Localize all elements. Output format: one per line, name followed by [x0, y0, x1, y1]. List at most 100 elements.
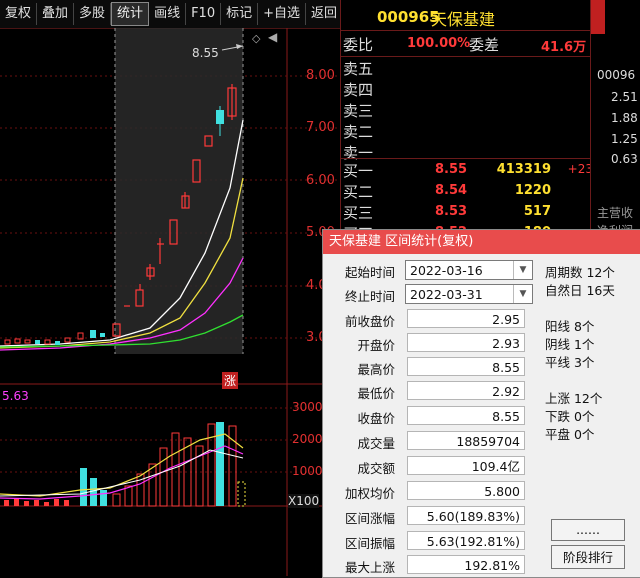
buy-price: 8.55 — [435, 162, 468, 177]
toolbar-restore-rights[interactable]: 复权 — [0, 3, 38, 25]
selected-interval — [115, 28, 243, 354]
start-date-select[interactable]: 2022-03-16 ▼ — [405, 260, 533, 280]
stat-value: 8.55 — [407, 406, 525, 425]
end-time-label: 终止时间 — [344, 289, 395, 304]
sell-row: 卖五 — [343, 58, 591, 80]
yang-count: 阳线 8个 — [545, 319, 595, 334]
stat-label: 区间振幅 — [344, 536, 395, 551]
diamond-icon[interactable]: ◇ — [252, 32, 260, 45]
buy-volume: 517 — [523, 204, 551, 219]
stat-value: 5.800 — [407, 481, 525, 500]
sell-row: 卖三 — [343, 100, 591, 122]
buy-price: 8.54 — [435, 183, 468, 198]
stat-value: 2.93 — [407, 333, 525, 352]
volume-tick: 2000 — [292, 432, 323, 446]
stat-label: 前收盘价 — [344, 314, 395, 329]
toolbar-back[interactable]: 返回 — [306, 3, 342, 25]
stat-value: 5.63(192.81%) — [407, 531, 525, 550]
strip-tab[interactable] — [591, 0, 605, 34]
start-time-label: 起始时间 — [344, 265, 395, 280]
volume-unit: X100 — [288, 494, 320, 508]
toolbar-add-watchlist[interactable]: +自选 — [258, 3, 307, 25]
rise-tag: 涨 — [222, 372, 239, 389]
strip-value: 0.63 — [611, 152, 638, 166]
stage-ranking-button[interactable]: 阶段排行 — [551, 545, 625, 569]
collapse-icon[interactable]: ◀ — [268, 30, 277, 44]
high-price-label: 8.55 — [192, 46, 219, 60]
kline-chart[interactable]: 8.55 ◇ ◀ 8.00 7.00 6.00 5.00 4.00 3.00 涨… — [0, 28, 340, 576]
sell-row: 卖四 — [343, 79, 591, 101]
stat-label: 开盘价 — [357, 338, 395, 353]
price-tick: 8.00 — [306, 68, 335, 83]
right-info-strip: 00096 2.51 1.88 1.25 0.63 主营收 净利润 — [590, 0, 640, 235]
yin-count: 阴线 1个 — [545, 337, 595, 352]
stat-value: 2.92 — [407, 381, 525, 400]
chart-toolbar: 复权 叠加 多股 统计 画线 F10 标记 +自选 返回 — [0, 0, 340, 29]
sell-row: 卖二 — [343, 121, 591, 143]
toolbar-statistics[interactable]: 统计 — [111, 2, 150, 26]
stat-label: 最低价 — [357, 386, 395, 401]
quote-panel: 000965 天保基建 委比 100.00% 委差 41.6万 卖五 卖四 卖三… — [340, 0, 593, 235]
sell-level-label: 卖二 — [343, 123, 374, 141]
stat-label: 最大上涨 — [344, 560, 395, 575]
buy-level-label: 买三 — [343, 204, 374, 222]
stat-value: 8.55 — [407, 357, 525, 376]
buy-level-label: 买二 — [343, 183, 374, 201]
buy-price: 8.53 — [435, 204, 468, 219]
stat-value: 192.81% — [407, 555, 525, 574]
buy-volume: 413319 — [496, 162, 551, 177]
stat-value: 2.95 — [407, 309, 525, 328]
sell-level-label: 卖三 — [343, 102, 374, 120]
buy-level-label: 买一 — [343, 162, 374, 180]
stat-value: 18859704 — [407, 431, 525, 450]
strip-value: 2.51 — [611, 90, 638, 104]
period-count: 周期数 12个 — [545, 265, 615, 280]
unchanged-count: 平盘 0个 — [545, 427, 595, 442]
toolbar-mark[interactable]: 标记 — [221, 3, 259, 25]
up-count: 上涨 12个 — [545, 391, 603, 406]
interval-stats-dialog: 天保基建 区间统计(复权) 起始时间 2022-03-16 ▼ 终止时间 202… — [322, 229, 640, 578]
stock-name: 天保基建 — [431, 10, 496, 29]
sell-level-label: 卖四 — [343, 81, 374, 99]
end-date-value: 2022-03-31 — [410, 287, 483, 302]
start-date-value: 2022-03-16 — [410, 263, 483, 278]
stat-label: 收盘价 — [357, 411, 395, 426]
price-tick: 6.00 — [306, 173, 335, 188]
sell-level-label: 卖五 — [343, 60, 374, 78]
volume-tick: 3000 — [292, 400, 323, 414]
down-count: 下跌 0个 — [545, 409, 595, 424]
volume-tick: 1000 — [292, 464, 323, 478]
strip-code: 00096 — [597, 68, 636, 82]
buy-row: 买三 8.53 517 — [343, 202, 591, 224]
stat-label: 加权均价 — [344, 486, 395, 501]
order-diff-value: 41.6万 — [541, 40, 587, 55]
natural-days: 自然日 16天 — [545, 283, 615, 298]
price-tick: 7.00 — [306, 120, 335, 135]
order-ratio-label: 委比 — [343, 36, 374, 54]
stat-label: 最高价 — [357, 362, 395, 377]
flat-line-count: 平线 3个 — [545, 355, 595, 370]
dialog-title: 天保基建 区间统计(复权) — [323, 230, 640, 254]
toolbar-draw-line[interactable]: 画线 — [149, 3, 187, 25]
strip-tail: 主营收 — [597, 206, 634, 220]
strip-value: 1.25 — [611, 132, 638, 146]
stat-label: 成交量 — [357, 436, 395, 451]
chevron-down-icon[interactable]: ▼ — [513, 285, 532, 303]
toolbar-f10[interactable]: F10 — [186, 3, 222, 25]
toolbar-overlay[interactable]: 叠加 — [37, 3, 75, 25]
buy-row: 买二 8.54 1220 — [343, 181, 591, 203]
order-ratio-row: 委比 100.00% 委差 41.6万 — [343, 34, 591, 56]
more-button[interactable]: ...... — [551, 519, 625, 541]
stat-label: 区间涨幅 — [344, 511, 395, 526]
stat-label: 成交额 — [357, 461, 395, 476]
buy-row: 买一 8.55 413319 +23 — [343, 160, 593, 182]
volume-top-value: 5.63 — [2, 389, 29, 403]
strip-value: 1.88 — [611, 111, 638, 125]
buy-volume: 1220 — [514, 183, 551, 198]
end-date-select[interactable]: 2022-03-31 ▼ — [405, 284, 533, 304]
stat-value: 109.4亿 — [407, 456, 525, 475]
order-diff-label: 委差 — [469, 36, 500, 54]
chevron-down-icon[interactable]: ▼ — [513, 261, 532, 279]
toolbar-multi-stock[interactable]: 多股 — [74, 3, 112, 25]
order-ratio-value: 100.00% — [407, 36, 471, 51]
